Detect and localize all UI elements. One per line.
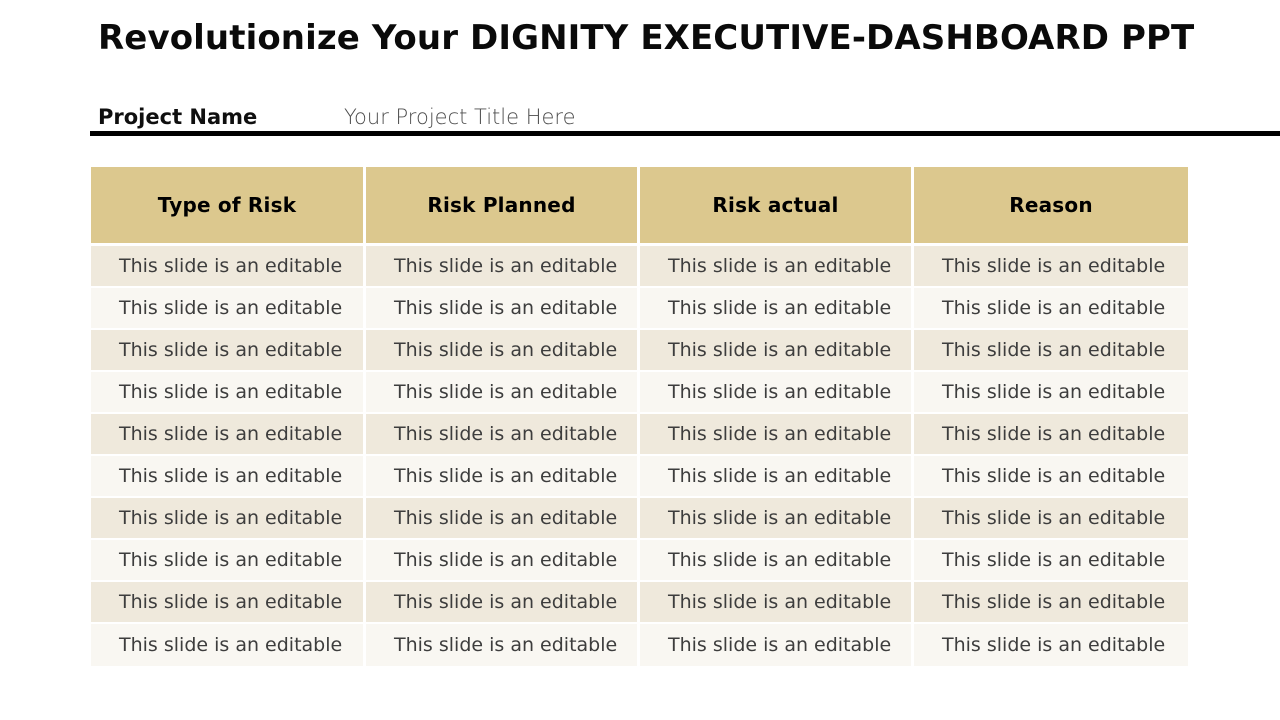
table-cell[interactable]: This slide is an editable xyxy=(366,246,640,288)
project-name-row: Project Name Your Project Title Here xyxy=(98,103,576,133)
table-cell[interactable]: This slide is an editable xyxy=(640,372,914,414)
table-cell[interactable]: This slide is an editable xyxy=(366,288,640,330)
table-cell[interactable]: This slide is an editable xyxy=(914,288,1188,330)
table-row: This slide is an editable This slide is a… xyxy=(91,330,1188,372)
table-cell[interactable]: This slide is an editable xyxy=(91,414,366,456)
table-row: This slide is an editable This slide is a… xyxy=(91,372,1188,414)
table-row: This slide is an editable This slide is a… xyxy=(91,582,1188,624)
table-cell[interactable]: This slide is an editable xyxy=(366,330,640,372)
risk-table-body: This slide is an editable This slide is a… xyxy=(91,246,1188,666)
column-header-type-of-risk[interactable]: Type of Risk xyxy=(91,167,366,246)
table-cell[interactable]: This slide is an editable xyxy=(366,456,640,498)
table-cell[interactable]: This slide is an editable xyxy=(366,582,640,624)
table-cell[interactable]: This slide is an editable xyxy=(366,540,640,582)
table-cell[interactable]: This slide is an editable xyxy=(640,624,914,666)
table-cell[interactable]: This slide is an editable xyxy=(914,624,1188,666)
table-row: This slide is an editable This slide is a… xyxy=(91,498,1188,540)
table-cell[interactable]: This slide is an editable xyxy=(914,246,1188,288)
risk-table: Type of Risk Risk Planned Risk actual Re… xyxy=(91,167,1188,666)
table-cell[interactable]: This slide is an editable xyxy=(91,288,366,330)
table-row: This slide is an editable This slide is a… xyxy=(91,246,1188,288)
table-cell[interactable]: This slide is an editable xyxy=(366,414,640,456)
table-cell[interactable]: This slide is an editable xyxy=(366,498,640,540)
table-cell[interactable]: This slide is an editable xyxy=(914,540,1188,582)
table-cell[interactable]: This slide is an editable xyxy=(914,414,1188,456)
table-cell[interactable]: This slide is an editable xyxy=(914,582,1188,624)
table-row: This slide is an editable This slide is a… xyxy=(91,414,1188,456)
table-cell[interactable]: This slide is an editable xyxy=(91,582,366,624)
column-header-risk-actual[interactable]: Risk actual xyxy=(640,167,914,246)
table-cell[interactable]: This slide is an editable xyxy=(914,456,1188,498)
table-cell[interactable]: This slide is an editable xyxy=(914,372,1188,414)
table-row: This slide is an editable This slide is a… xyxy=(91,456,1188,498)
table-cell[interactable]: This slide is an editable xyxy=(914,498,1188,540)
table-row: This slide is an editable This slide is a… xyxy=(91,624,1188,666)
table-cell[interactable]: This slide is an editable xyxy=(366,624,640,666)
page-title: Revolutionize Your DIGNITY EXECUTIVE-DAS… xyxy=(98,18,1195,58)
table-cell[interactable]: This slide is an editable xyxy=(91,498,366,540)
column-header-reason[interactable]: Reason xyxy=(914,167,1188,246)
header-divider-rule xyxy=(90,131,1280,136)
project-name-value[interactable]: Your Project Title Here xyxy=(344,103,576,131)
table-cell[interactable]: This slide is an editable xyxy=(640,498,914,540)
table-row: This slide is an editable This slide is a… xyxy=(91,540,1188,582)
table-cell[interactable]: This slide is an editable xyxy=(91,540,366,582)
table-cell[interactable]: This slide is an editable xyxy=(640,288,914,330)
table-cell[interactable]: This slide is an editable xyxy=(366,372,640,414)
table-cell[interactable]: This slide is an editable xyxy=(640,246,914,288)
table-cell[interactable]: This slide is an editable xyxy=(640,582,914,624)
table-cell[interactable]: This slide is an editable xyxy=(91,372,366,414)
table-header-row: Type of Risk Risk Planned Risk actual Re… xyxy=(91,167,1188,246)
table-cell[interactable]: This slide is an editable xyxy=(914,330,1188,372)
table-cell[interactable]: This slide is an editable xyxy=(640,414,914,456)
table-cell[interactable]: This slide is an editable xyxy=(640,456,914,498)
slide-canvas: Revolutionize Your DIGNITY EXECUTIVE-DAS… xyxy=(0,0,1280,720)
table-cell[interactable]: This slide is an editable xyxy=(640,330,914,372)
table-row: This slide is an editable This slide is a… xyxy=(91,288,1188,330)
risk-table-head: Type of Risk Risk Planned Risk actual Re… xyxy=(91,167,1188,246)
project-name-label: Project Name xyxy=(98,105,258,129)
table-cell[interactable]: This slide is an editable xyxy=(91,330,366,372)
column-header-risk-planned[interactable]: Risk Planned xyxy=(366,167,640,246)
table-cell[interactable]: This slide is an editable xyxy=(640,540,914,582)
table-cell[interactable]: This slide is an editable xyxy=(91,456,366,498)
table-cell[interactable]: This slide is an editable xyxy=(91,624,366,666)
table-cell[interactable]: This slide is an editable xyxy=(91,246,366,288)
